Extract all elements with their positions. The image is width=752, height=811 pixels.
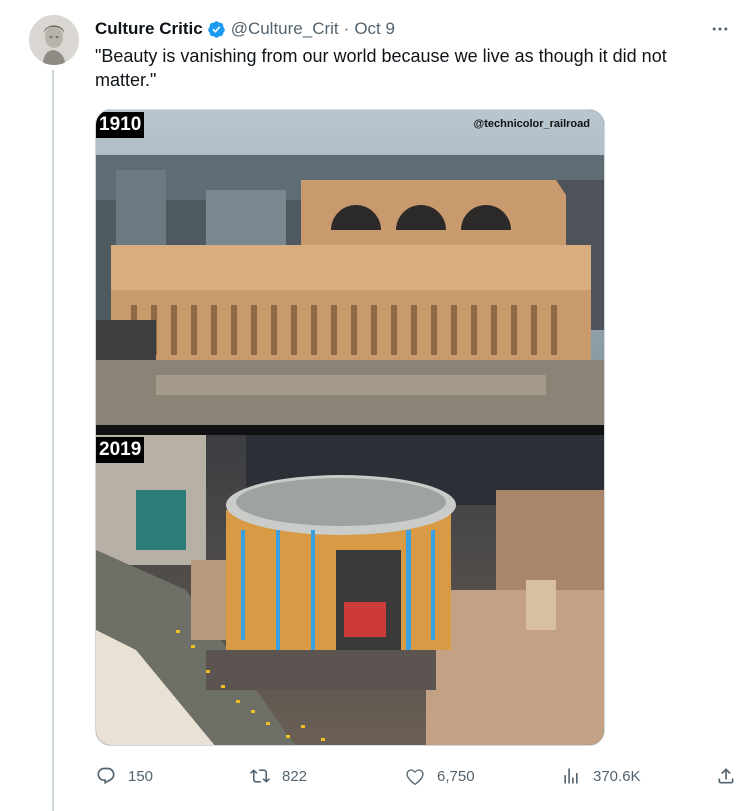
repost-button[interactable]: 822	[249, 762, 307, 790]
repost-count: 822	[282, 767, 308, 785]
tweet-date[interactable]: Oct 9	[354, 19, 395, 39]
views-count: 370.6K	[593, 767, 641, 785]
views-icon	[560, 765, 582, 787]
year-label-top: 1910	[96, 112, 145, 138]
share-button[interactable]	[715, 762, 737, 790]
share-icon	[715, 765, 737, 787]
author-display-name[interactable]: Culture Critic	[95, 19, 203, 39]
thread-line	[52, 70, 54, 811]
comparison-photo	[96, 110, 604, 745]
separator-dot: ·	[343, 19, 350, 38]
image-watermark: @technicolor_railroad	[473, 118, 590, 130]
avatar[interactable]	[29, 15, 79, 65]
like-count: 6,750	[437, 767, 475, 785]
like-icon	[404, 765, 426, 787]
reply-icon	[95, 765, 117, 787]
more-options-icon[interactable]	[708, 19, 732, 39]
views-button[interactable]: 370.6K	[560, 762, 641, 790]
year-label-bottom: 2019	[96, 437, 145, 463]
like-button[interactable]: 6,750	[404, 762, 475, 790]
repost-icon	[249, 765, 271, 787]
reply-button[interactable]: 150	[95, 762, 153, 790]
tweet-actions-bar: 150 822 6,750 370.6K	[95, 762, 743, 790]
author-handle[interactable]: @Culture_Crit	[231, 19, 339, 39]
tweet-media-image[interactable]: 1910 @technicolor_railroad 2019	[95, 109, 605, 746]
tweet-text: "Beauty is vanishing from our world beca…	[95, 46, 667, 90]
reply-count: 150	[128, 767, 154, 785]
verified-badge-icon[interactable]	[207, 20, 226, 39]
tweet-header: Culture Critic @Culture_Crit · Oct 9	[95, 17, 732, 41]
